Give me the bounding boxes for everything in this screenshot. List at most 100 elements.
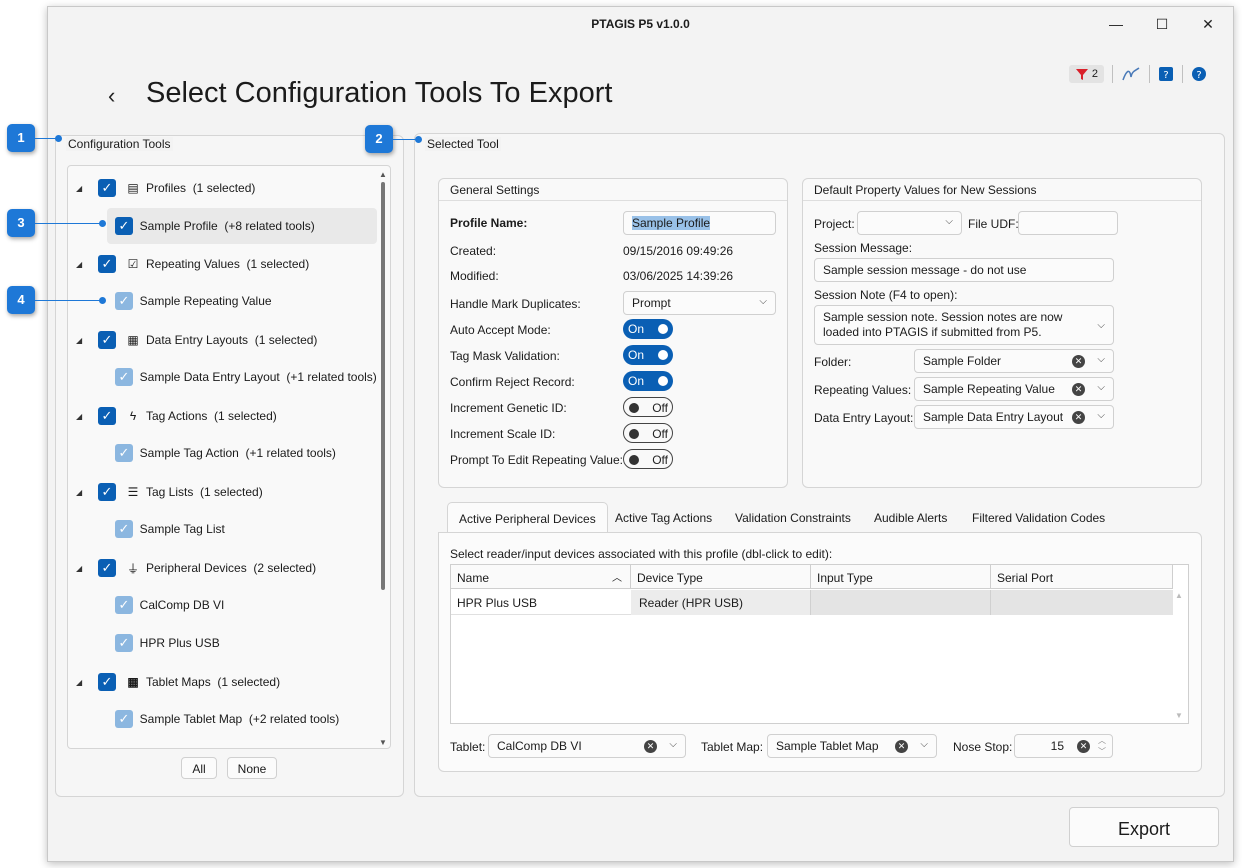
sign-icon[interactable] bbox=[1121, 65, 1141, 83]
maximize-button[interactable]: ☐ bbox=[1152, 15, 1172, 33]
handle-duplicates-label: Handle Mark Duplicates: bbox=[450, 297, 581, 311]
none-button[interactable]: None bbox=[227, 757, 277, 779]
session-note-value: Sample session note. Session notes are n… bbox=[823, 310, 1063, 339]
tree-item-profiles[interactable]: ◢ ✓ ▤ Profiles (1 selected) bbox=[76, 174, 255, 202]
clear-icon[interactable]: ✕ bbox=[1072, 355, 1085, 368]
tree-item-sample-tag-list[interactable]: ✓ Sample Tag List bbox=[115, 515, 225, 543]
clear-icon[interactable]: ✕ bbox=[895, 740, 908, 753]
cell-device-type: Reader (HPR USB) bbox=[631, 590, 811, 615]
tab-active-tag-actions[interactable]: Active Tag Actions bbox=[604, 502, 723, 533]
column-header-device-type[interactable]: Device Type bbox=[631, 565, 811, 589]
checkbox[interactable]: ✓ bbox=[98, 483, 116, 501]
increment-scale-label: Increment Scale ID: bbox=[450, 427, 556, 441]
tablet-map-select[interactable]: Sample Tablet Map ✕ ⌵ bbox=[767, 734, 937, 758]
tree-item-hpr-plus[interactable]: ✓ HPR Plus USB bbox=[115, 629, 220, 657]
scroll-down-icon[interactable]: ▼ bbox=[379, 738, 387, 747]
toggle-text: On bbox=[628, 322, 645, 336]
checkbox[interactable]: ✓ bbox=[115, 634, 133, 652]
checkbox[interactable]: ✓ bbox=[115, 710, 133, 728]
handle-duplicates-select[interactable]: Prompt ⌵ bbox=[623, 291, 776, 315]
tree-item-sample-tag-action[interactable]: ✓ Sample Tag Action (+1 related tools) bbox=[115, 439, 336, 467]
callout-dot bbox=[55, 135, 62, 142]
checkbox[interactable]: ✓ bbox=[115, 368, 133, 386]
config-tree[interactable]: ▲ ▼ ◢ ✓ ▤ Profiles (1 selected) ✓ Sample… bbox=[67, 165, 391, 749]
checkbox[interactable]: ✓ bbox=[98, 407, 116, 425]
tree-item-peripheral-devices[interactable]: ◢ ✓ ⏚ Peripheral Devices (2 selected) bbox=[76, 554, 316, 582]
tree-item-sample-repeating-value[interactable]: ✓ Sample Repeating Value bbox=[115, 287, 272, 315]
tag-mask-toggle[interactable]: On bbox=[623, 345, 673, 365]
expand-triangle-icon[interactable]: ◢ bbox=[76, 488, 86, 497]
tab-validation-constraints[interactable]: Validation Constraints bbox=[724, 502, 862, 533]
tree-scrollbar[interactable] bbox=[381, 182, 385, 590]
checkbox[interactable]: ✓ bbox=[98, 331, 116, 349]
help-doc-icon[interactable]: ? bbox=[1158, 66, 1174, 82]
file-udf-input[interactable] bbox=[1018, 211, 1118, 235]
chevron-down-icon: ⌵ bbox=[759, 296, 767, 307]
scroll-up-icon[interactable]: ▲ bbox=[379, 170, 387, 179]
expand-triangle-icon[interactable]: ◢ bbox=[76, 184, 86, 193]
tablet-select[interactable]: CalComp DB VI ✕ ⌵ bbox=[488, 734, 686, 758]
column-header-serial-port[interactable]: Serial Port bbox=[991, 565, 1173, 589]
tree-item-sample-tablet-map[interactable]: ✓ Sample Tablet Map (+2 related tools) bbox=[115, 705, 339, 733]
checkbox[interactable]: ✓ bbox=[98, 559, 116, 577]
repeating-values-select[interactable]: Sample Repeating Value ✕ ⌵ bbox=[914, 377, 1114, 401]
tree-item-tag-lists[interactable]: ◢ ✓ ☰ Tag Lists (1 selected) bbox=[76, 478, 263, 506]
tree-item-sample-profile[interactable]: ✓ Sample Profile (+8 related tools) bbox=[107, 208, 377, 244]
tree-item-count: (2 selected) bbox=[253, 561, 317, 575]
project-select[interactable]: ⌵ bbox=[857, 211, 962, 235]
tab-filtered-validation-codes[interactable]: Filtered Validation Codes bbox=[961, 502, 1116, 533]
tree-item-sample-data-entry-layout[interactable]: ✓ Sample Data Entry Layout (+1 related t… bbox=[115, 363, 377, 391]
clear-icon[interactable]: ✕ bbox=[1072, 411, 1085, 424]
prompt-edit-toggle[interactable]: Off bbox=[623, 449, 673, 469]
spinner-icon[interactable]: ︿ ﹀ bbox=[1098, 735, 1106, 757]
auto-accept-toggle[interactable]: On bbox=[623, 319, 673, 339]
profile-name-input[interactable]: Sample Profile bbox=[623, 211, 776, 235]
minimize-button[interactable]: — bbox=[1106, 15, 1126, 33]
expand-triangle-icon[interactable]: ◢ bbox=[76, 412, 86, 421]
tree-item-calcomp[interactable]: ✓ CalComp DB VI bbox=[115, 591, 224, 619]
increment-scale-toggle[interactable]: Off bbox=[623, 423, 673, 443]
export-button[interactable]: Export bbox=[1069, 807, 1219, 847]
session-message-input[interactable]: Sample session message - do not use bbox=[814, 258, 1114, 282]
nose-stop-input[interactable]: 15 ✕ ︿ ﹀ bbox=[1014, 734, 1113, 758]
scroll-down-icon[interactable]: ▼ bbox=[1175, 711, 1183, 720]
clear-icon[interactable]: ✕ bbox=[1072, 383, 1085, 396]
confirm-reject-toggle[interactable]: On bbox=[623, 371, 673, 391]
expand-triangle-icon[interactable]: ◢ bbox=[76, 336, 86, 345]
help-icon[interactable]: ? bbox=[1191, 66, 1207, 82]
tree-item-repeating-values[interactable]: ◢ ✓ ☑ Repeating Values (1 selected) bbox=[76, 250, 309, 278]
checkbox[interactable]: ✓ bbox=[98, 255, 116, 273]
expand-triangle-icon[interactable]: ◢ bbox=[76, 564, 86, 573]
folder-select[interactable]: Sample Folder ✕ ⌵ bbox=[914, 349, 1114, 373]
checkbox[interactable]: ✓ bbox=[115, 520, 133, 538]
tree-item-tag-actions[interactable]: ◢ ✓ ϟ Tag Actions (1 selected) bbox=[76, 402, 277, 430]
checkbox[interactable]: ✓ bbox=[115, 292, 133, 310]
column-header-input-type[interactable]: Input Type bbox=[811, 565, 991, 589]
clear-icon[interactable]: ✕ bbox=[644, 740, 657, 753]
expand-triangle-icon[interactable]: ◢ bbox=[76, 260, 86, 269]
checkbox[interactable]: ✓ bbox=[115, 217, 133, 235]
close-button[interactable]: ✕ bbox=[1198, 15, 1218, 33]
window-title: PTAGIS P5 v1.0.0 bbox=[591, 17, 690, 31]
tablet-map-label: Tablet Map: bbox=[701, 740, 764, 754]
expand-triangle-icon[interactable]: ◢ bbox=[76, 678, 86, 687]
checkbox[interactable]: ✓ bbox=[115, 444, 133, 462]
tree-item-tablet-maps[interactable]: ◢ ✓ ▦ Tablet Maps (1 selected) bbox=[76, 668, 280, 696]
back-button[interactable]: ‹ bbox=[108, 83, 115, 109]
checkbox[interactable]: ✓ bbox=[98, 673, 116, 691]
increment-genetic-toggle[interactable]: Off bbox=[623, 397, 673, 417]
session-note-input[interactable]: Sample session note. Session notes are n… bbox=[814, 305, 1114, 345]
tab-active-peripheral-devices[interactable]: Active Peripheral Devices bbox=[447, 502, 608, 533]
checkbox[interactable]: ✓ bbox=[115, 596, 133, 614]
table-row[interactable]: HPR Plus USB Reader (HPR USB) bbox=[451, 590, 1173, 615]
all-button[interactable]: All bbox=[181, 757, 217, 779]
column-header-name[interactable]: Name ︿ bbox=[451, 565, 631, 589]
clear-icon[interactable]: ✕ bbox=[1077, 740, 1090, 753]
checkbox[interactable]: ✓ bbox=[98, 179, 116, 197]
tab-audible-alerts[interactable]: Audible Alerts bbox=[863, 502, 958, 533]
filter-button[interactable]: 2 bbox=[1068, 65, 1104, 83]
scroll-up-icon[interactable]: ▲ bbox=[1175, 591, 1183, 600]
devices-table[interactable]: Name ︿ Device Type Input Type Serial Por… bbox=[450, 564, 1189, 724]
tree-item-data-entry-layouts[interactable]: ◢ ✓ ▦ Data Entry Layouts (1 selected) bbox=[76, 326, 317, 354]
data-entry-layout-select[interactable]: Sample Data Entry Layout ✕ ⌵ bbox=[914, 405, 1114, 429]
